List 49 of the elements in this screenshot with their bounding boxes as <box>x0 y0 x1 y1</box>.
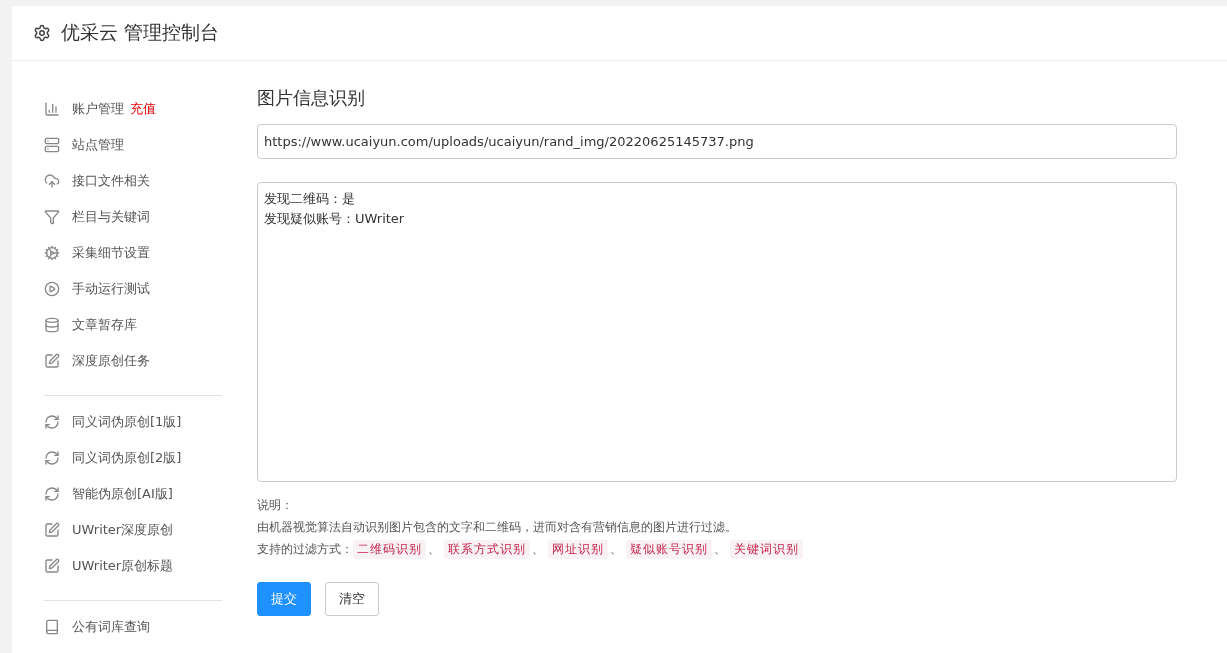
filter-method-tag: 网址识别 <box>548 539 608 559</box>
sidebar-item[interactable]: UWriter原创标题 <box>44 548 222 584</box>
filter-method-tag: 二维码识别 <box>353 539 426 559</box>
result-text-area[interactable]: 发现二维码：是 发现疑似账号：UWriter <box>257 182 1177 482</box>
cloud-upload-icon <box>44 173 60 189</box>
database-icon <box>44 317 60 333</box>
filter-method-tag: 关键词识别 <box>730 539 803 559</box>
refresh-icon <box>44 414 60 430</box>
refresh-icon <box>44 486 60 502</box>
book-icon <box>44 619 60 635</box>
sidebar-item[interactable]: 站点管理 <box>44 127 222 163</box>
sidebar-item[interactable]: 公有词库查询 <box>44 609 222 645</box>
play-icon <box>44 281 60 297</box>
clear-button[interactable]: 清空 <box>325 582 379 616</box>
notes-heading: 说明： <box>257 497 294 514</box>
server-icon <box>44 137 60 153</box>
sidebar-item[interactable]: 智能伪原创[AI版] <box>44 476 222 512</box>
separator-text: 、 <box>428 540 440 558</box>
edit-icon <box>44 353 60 369</box>
notes-description: 由机器视觉算法自动识别图片包含的文字和二维码，进而对含有营销信息的图片进行过滤。 <box>257 519 738 536</box>
edit-icon <box>44 522 60 538</box>
sidebar-item[interactable]: 手动运行测试 <box>44 271 222 307</box>
console-title: 优采云 管理控制台 <box>61 20 220 45</box>
filter-icon <box>44 209 60 225</box>
sidebar-item[interactable]: 深度原创任务 <box>44 343 222 379</box>
filter-methods-label: 支持的过滤方式： <box>257 541 353 558</box>
sidebar-item[interactable]: 账户管理 充值 <box>44 91 222 127</box>
sidebar-item[interactable]: 文章暂存库 <box>44 307 222 343</box>
separator-text: 、 <box>532 540 544 558</box>
sidebar-item[interactable]: 栏目与关键词 <box>44 199 222 235</box>
url-input-field[interactable]: https://www.ucaiyun.com/uploads/ucaiyun/rand_img/20220625145737.png <box>257 124 1177 159</box>
page-title: 图片信息识别 <box>257 86 366 110</box>
sidebar-item[interactable]: 采集细节设置 <box>44 235 222 271</box>
filter-method-tag: 疑似账号识别 <box>626 539 712 559</box>
bar-chart-icon <box>44 101 60 117</box>
filter-method-tag: 联系方式识别 <box>444 539 530 559</box>
sidebar-item[interactable]: UWriter深度原创 <box>44 512 222 548</box>
sidebar-item[interactable]: 同义词伪原创[2版] <box>44 440 222 476</box>
sidebar-item[interactable]: 接口文件相关 <box>44 163 222 199</box>
recharge-link[interactable]: 充值 <box>130 100 156 118</box>
result-line: 发现疑似账号：UWriter <box>264 210 405 228</box>
separator-text: 、 <box>610 540 622 558</box>
refresh-icon <box>44 450 60 466</box>
edit-icon <box>44 558 60 574</box>
separator-text: 、 <box>714 540 726 558</box>
result-line: 发现二维码：是 <box>264 190 355 208</box>
settings-icon <box>33 24 51 42</box>
gears-icon <box>44 245 60 261</box>
sidebar-item[interactable]: 同义词伪原创[1版] <box>44 404 222 440</box>
